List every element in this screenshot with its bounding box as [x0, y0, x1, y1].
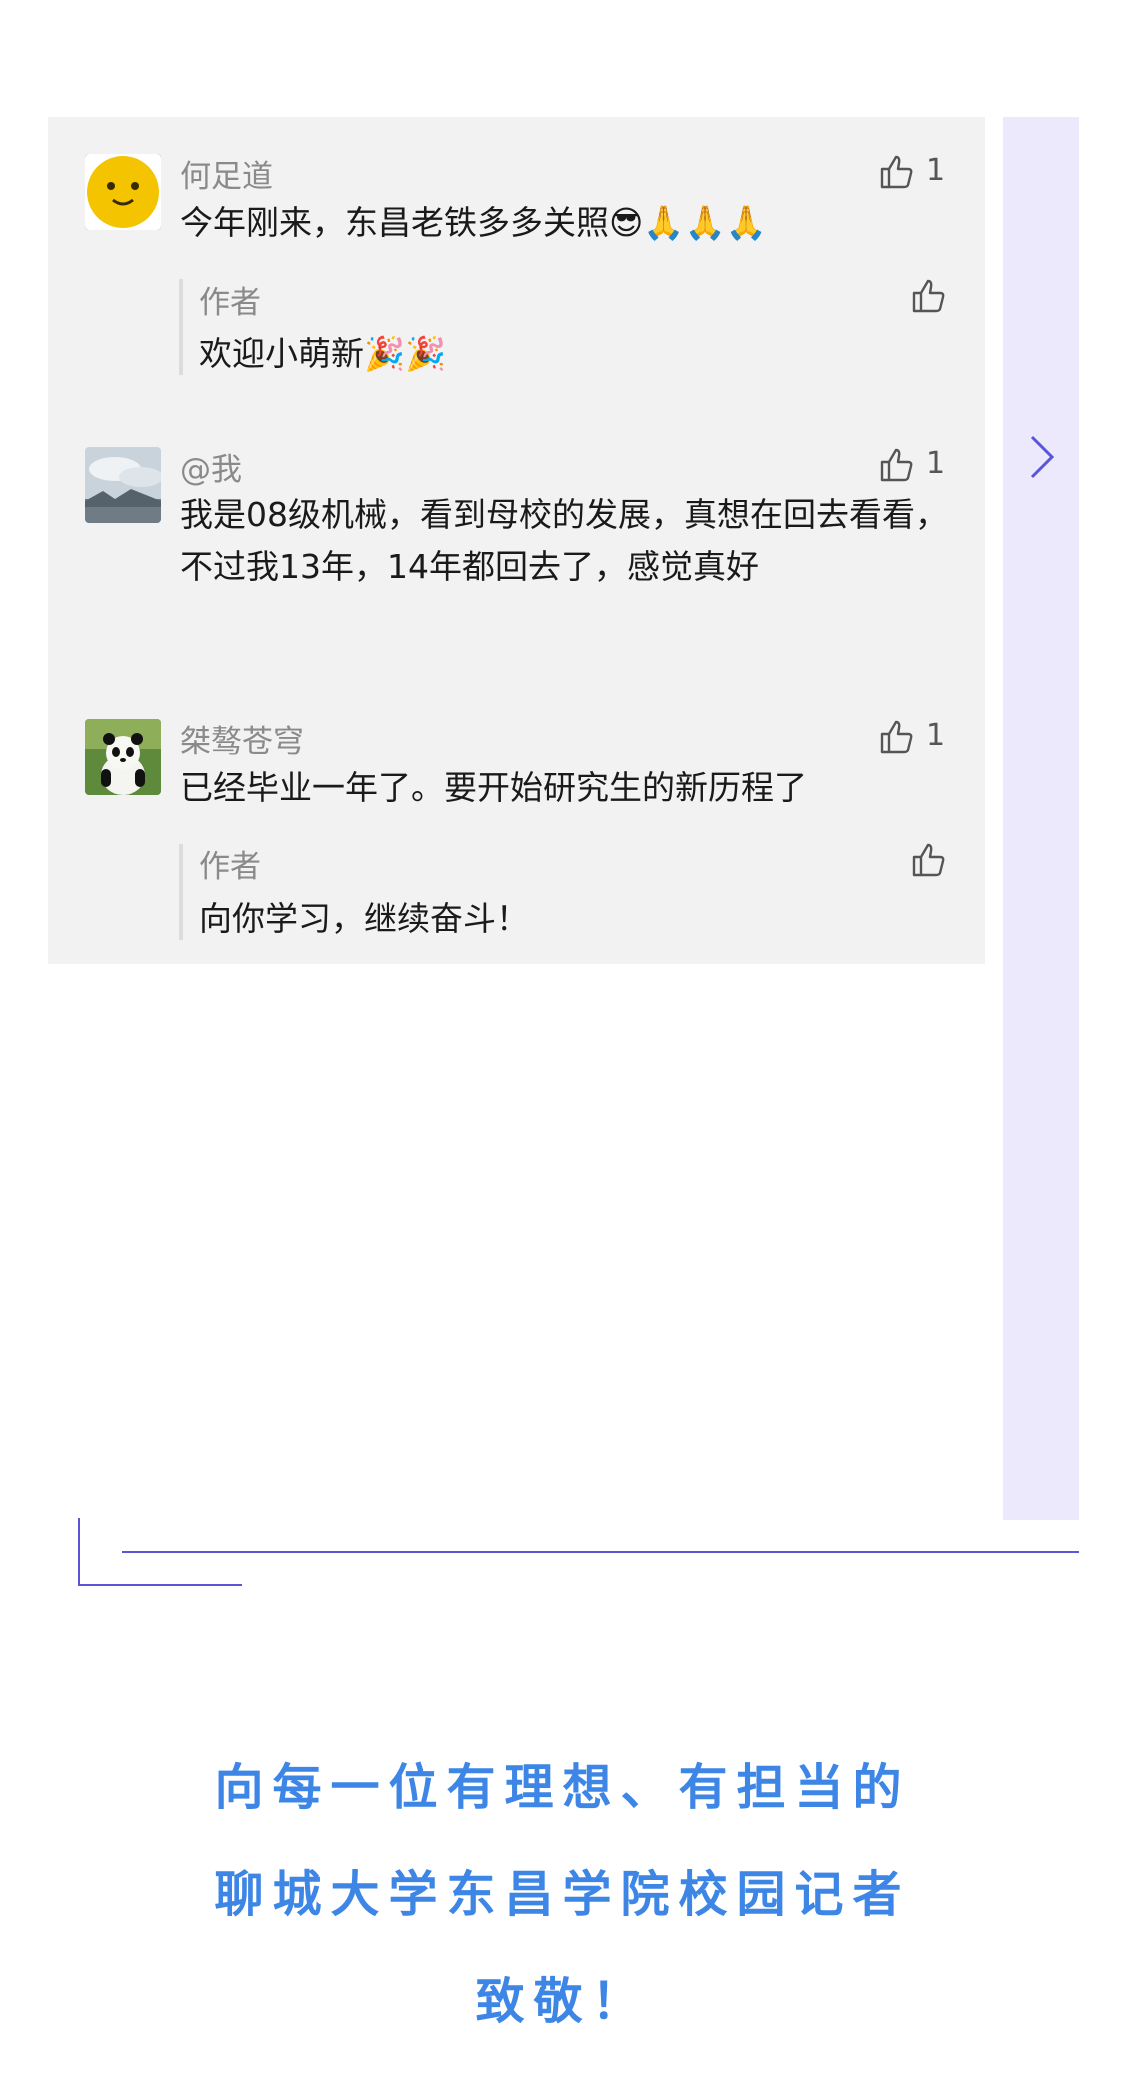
- like-count: 1: [926, 718, 946, 753]
- commenter-name[interactable]: 何足道: [180, 151, 273, 196]
- chevron-right-icon[interactable]: [1027, 433, 1057, 481]
- corner-line-vertical: [78, 1518, 80, 1586]
- thumbs-up-icon: [880, 155, 913, 189]
- commenter-name[interactable]: @我: [180, 444, 242, 489]
- reply-text: 向你学习，继续奋斗！: [199, 899, 529, 938]
- reply-author-label: 作者: [199, 285, 261, 321]
- reply-text: 欢迎小萌新🎉🎉: [199, 334, 447, 373]
- tribute-line-2: 聊城大学东昌学院校园记者: [214, 1866, 911, 1923]
- comment-text: 我是08级机械，看到母校的发展，真想在回去看看，不过我13年，14年都回去了，感…: [180, 495, 948, 586]
- like-button[interactable]: 1: [876, 151, 956, 191]
- avatar[interactable]: [85, 719, 161, 795]
- thumbs-up-icon: [912, 279, 945, 313]
- reply-divider: [179, 279, 183, 375]
- corner-line-bottom: [78, 1584, 242, 1586]
- next-slide-strip[interactable]: [1003, 117, 1079, 1520]
- reply-like-button[interactable]: [908, 839, 948, 879]
- reply-divider: [179, 844, 183, 940]
- avatar[interactable]: [85, 447, 161, 523]
- panda-icon: [85, 719, 161, 795]
- like-button[interactable]: 1: [876, 716, 956, 756]
- yellow-emoji-face-icon: [85, 154, 161, 230]
- reply-like-button[interactable]: [908, 275, 948, 315]
- tribute-line-1: 向每一位有理想、有担当的: [214, 1759, 911, 1816]
- comment-text: 今年刚来，东昌老铁多多关照😎🙏🙏🙏: [180, 203, 767, 242]
- thumbs-up-icon: [880, 720, 913, 754]
- like-count: 1: [926, 153, 946, 188]
- avatar[interactable]: [85, 154, 161, 230]
- comments-panel: 何足道 1 今年刚来，东昌老铁多多关照😎🙏🙏🙏 作者 欢迎小萌新🎉🎉 @我 1 …: [48, 117, 985, 964]
- comment-text: 已经毕业一年了。要开始研究生的新历程了: [180, 768, 807, 807]
- like-count: 1: [926, 446, 946, 481]
- commenter-name[interactable]: 桀骜苍穹: [180, 716, 304, 761]
- thumbs-up-icon: [912, 843, 945, 877]
- cloudy-landscape-icon: [85, 447, 161, 523]
- divider-line: [122, 1551, 1079, 1553]
- reply-author-label: 作者: [199, 849, 261, 885]
- like-button[interactable]: 1: [876, 444, 956, 484]
- thumbs-up-icon: [880, 448, 913, 482]
- tribute-line-3: 致敬！: [475, 1973, 650, 2030]
